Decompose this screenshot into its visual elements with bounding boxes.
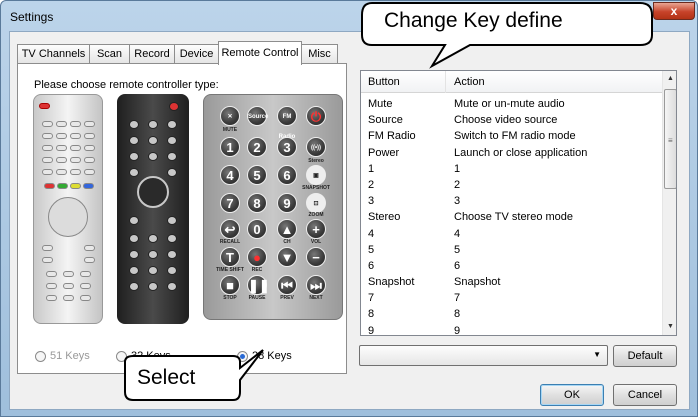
- callout-bottom-text: Select: [137, 366, 196, 389]
- callout-overlay: [124, 2, 653, 401]
- tab-remote-control[interactable]: Remote Control: [218, 41, 302, 65]
- callout-top-text: Change Key define: [384, 9, 563, 32]
